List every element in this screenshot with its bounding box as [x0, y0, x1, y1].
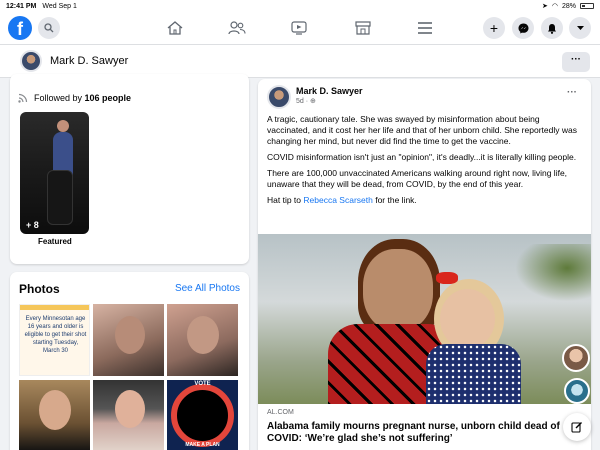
- featured-person-head: [57, 120, 69, 132]
- photo-frame-ring: [171, 384, 234, 447]
- photo-banner: [20, 305, 89, 310]
- featured-label: Featured: [38, 237, 72, 246]
- compose-icon: [571, 422, 582, 433]
- tagged-user-link[interactable]: Rebecca Scarseth: [303, 195, 372, 205]
- nav-marketplace[interactable]: [354, 20, 372, 36]
- watch-icon: [291, 21, 307, 35]
- photo-thumb[interactable]: [93, 380, 164, 450]
- post-paragraph: COVID misinformation isn't just an "opin…: [267, 152, 577, 162]
- search-icon: [44, 23, 54, 33]
- featured-more-count: + 8: [26, 220, 39, 230]
- photo-thumb[interactable]: Every Minnesotan age 16 years and older …: [19, 304, 90, 376]
- wifi-icon: ◠: [551, 3, 558, 10]
- status-right: ➤ ◠ 28%: [542, 2, 594, 10]
- home-icon: [167, 21, 183, 35]
- messenger-icon: [518, 23, 528, 33]
- link-source: AL.COM: [267, 409, 294, 416]
- photo-face: [187, 316, 219, 354]
- facebook-logo[interactable]: f: [8, 16, 32, 40]
- create-button[interactable]: +: [483, 17, 505, 39]
- top-nav: f +: [0, 12, 600, 45]
- intro-card: Followed by 106 people + 8 Featured: [10, 74, 249, 264]
- photo-thumb[interactable]: [93, 304, 164, 376]
- link-preview-image[interactable]: [258, 234, 591, 404]
- marketplace-icon: [355, 21, 371, 35]
- plus-icon: +: [489, 20, 499, 36]
- nav-home[interactable]: [166, 20, 184, 36]
- menu-icon: [418, 22, 432, 34]
- post-paragraph: A tragic, cautionary tale. She was swaye…: [267, 114, 577, 146]
- followed-by-text: Followed by 106 people: [34, 93, 132, 103]
- account-menu-icon: [576, 26, 584, 30]
- photo-face: [115, 390, 145, 428]
- followers-row: Followed by 106 people: [18, 93, 131, 103]
- status-time: 12:41 PM: [6, 2, 37, 10]
- post-paragraph: Hat tip to Rebecca Scarseth for the link…: [267, 195, 417, 205]
- post-timestamp[interactable]: 5d · ⊕: [296, 97, 316, 105]
- photo-thumb[interactable]: [19, 380, 90, 450]
- post-body: A tragic, cautionary tale. She was swaye…: [267, 114, 580, 211]
- image-palm: [511, 244, 591, 304]
- profile-avatar[interactable]: [20, 50, 42, 72]
- post-card: Mark D. Sawyer 5d · ⊕ ··· A tragic, caut…: [258, 79, 591, 450]
- nav-menu[interactable]: [416, 20, 434, 36]
- photo-vote-text: VOTE: [194, 381, 211, 387]
- followers-count[interactable]: 106 people: [85, 93, 132, 103]
- featured-person-bottom: [47, 170, 73, 225]
- nav-watch[interactable]: [290, 20, 308, 36]
- featured-story-thumbnail[interactable]: + 8: [20, 112, 89, 234]
- see-all-photos-link[interactable]: See All Photos: [175, 283, 240, 294]
- post-author-name[interactable]: Mark D. Sawyer: [296, 86, 363, 96]
- chat-head[interactable]: [562, 344, 590, 372]
- photo-thumb[interactable]: [167, 304, 238, 376]
- status-bar: 12:41 PM Wed Sep 1 ➤ ◠ 28%: [0, 0, 600, 12]
- photo-thumb[interactable]: VOTE MAKE A PLAN: [167, 380, 238, 450]
- globe-icon: ⊕: [310, 98, 316, 105]
- profile-more-button[interactable]: ···: [562, 52, 590, 72]
- friends-icon: [228, 21, 246, 35]
- facebook-app: 12:41 PM Wed Sep 1 ➤ ◠ 28% f + Mark D. S…: [0, 0, 600, 450]
- image-child-bow: [436, 272, 458, 284]
- image-child-dress: [426, 344, 521, 404]
- nav-friends[interactable]: [228, 20, 246, 36]
- search-button[interactable]: [38, 17, 60, 39]
- image-woman-face: [363, 249, 433, 331]
- photo-face: [115, 316, 145, 354]
- image-child-face: [440, 289, 495, 349]
- photo-thumb-text: Every Minnesotan age 16 years and older …: [24, 316, 87, 354]
- battery-icon: [580, 3, 594, 9]
- rss-icon: [18, 93, 28, 103]
- photo-vote-bottom-text: MAKE A PLAN: [185, 442, 220, 448]
- notifications-icon: [548, 23, 556, 34]
- link-title[interactable]: Alabama family mourns pregnant nurse, un…: [267, 421, 567, 445]
- notifications-button[interactable]: [541, 17, 563, 39]
- account-menu-button[interactable]: [569, 17, 591, 39]
- photos-card: Photos See All Photos Every Minnesotan a…: [10, 272, 249, 450]
- chat-head[interactable]: [564, 378, 590, 404]
- profile-name[interactable]: Mark D. Sawyer: [50, 55, 128, 67]
- post-paragraph: There are 100,000 unvaccinated Americans…: [267, 168, 568, 189]
- messenger-button[interactable]: [512, 17, 534, 39]
- new-message-button[interactable]: [563, 413, 591, 441]
- photos-title: Photos: [19, 282, 60, 296]
- photo-face: [39, 390, 71, 430]
- post-options-button[interactable]: ···: [567, 87, 577, 98]
- status-date: Wed Sep 1: [42, 2, 77, 10]
- location-icon: ➤: [542, 3, 548, 10]
- post-author-avatar[interactable]: [267, 85, 291, 109]
- battery-percent: 28%: [561, 2, 576, 10]
